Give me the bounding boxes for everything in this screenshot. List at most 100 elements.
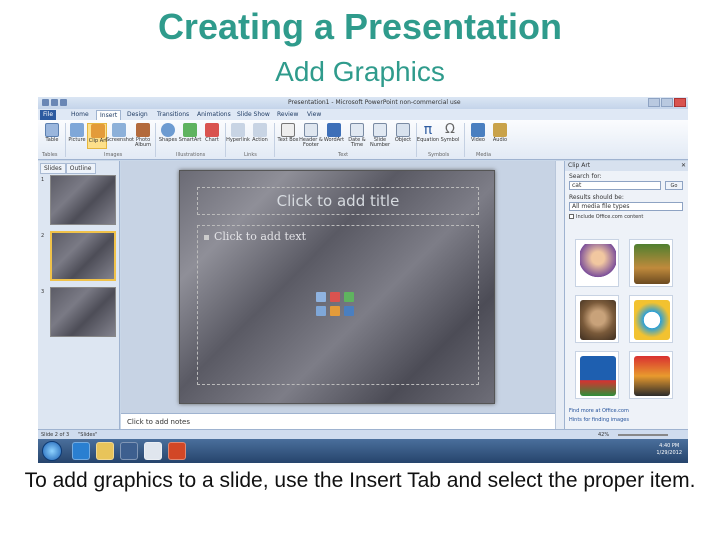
clip-result-cat-photo[interactable] [575,295,619,343]
clip-result-animal[interactable] [629,239,673,287]
media-type-select[interactable]: All media file types [569,202,683,211]
quick-access-toolbar[interactable] [42,99,86,107]
text-box-button[interactable]: Text Box [278,123,299,149]
tab-review[interactable]: Review [274,110,301,120]
tab-home[interactable]: Home [68,110,92,120]
pi-icon: π [423,122,433,138]
checkbox-icon [569,214,574,219]
cat-photo-icon [580,300,616,340]
content-bullet: Click to add text [204,230,306,243]
table-icon [45,123,59,137]
undo-icon[interactable] [60,99,67,106]
tab-slide-show[interactable]: Slide Show [234,110,273,120]
clip-art-links: Find more at Office.com Hints for findin… [569,407,629,425]
group-images: Images [104,152,123,158]
media-player-icon[interactable] [120,442,138,460]
video-button[interactable]: Video [468,123,488,149]
photo-album-icon [136,123,150,137]
maximize-button[interactable] [661,98,673,107]
minimize-button[interactable] [648,98,660,107]
vertical-scrollbar[interactable] [555,161,564,429]
tab-outline[interactable]: Outline [65,163,96,174]
screenshot-label: Screenshot [106,137,134,143]
start-button[interactable] [42,441,62,461]
header-footer-button[interactable]: Header & Footer [299,123,323,149]
slide-thumbnail[interactable] [50,175,116,225]
explorer-icon[interactable] [96,442,114,460]
clip-art-pane: Clip Art ✕ Search for: cat Go Results sho… [564,161,688,429]
status-bar: Slide 2 of 3 "Slides" 42% [38,429,688,439]
content-insert-icons [312,288,362,322]
close-button[interactable] [674,98,686,107]
app-icon[interactable] [144,442,162,460]
tab-design[interactable]: Design [124,110,151,120]
screenshot-button[interactable]: Screenshot [106,123,134,149]
photo-album-button[interactable]: Photo Album [133,123,153,149]
clip-result-cat-cartoon[interactable] [629,351,673,399]
ribbon: Table Picture Clip Art Screenshot Photo … [38,120,688,160]
insert-table-icon[interactable] [316,292,326,302]
picture-button[interactable]: Picture [67,123,87,149]
save-icon[interactable] [51,99,58,106]
insert-clip-art-icon[interactable] [330,306,340,316]
shapes-icon [161,123,175,137]
symbol-button[interactable]: Ω Symbol [440,123,460,149]
insert-picture-icon[interactable] [316,306,326,316]
tab-file[interactable]: File [40,110,57,120]
slide-number: 3 [41,289,45,295]
slide-canvas[interactable]: Click to add title Click to add text [179,170,495,404]
picture-icon [70,123,84,137]
slide-caption: To add graphics to a slide, use the Inse… [24,469,696,492]
tab-view[interactable]: View [304,110,324,120]
insert-smartart-icon[interactable] [344,292,354,302]
tab-slides[interactable]: Slides [40,163,66,174]
app-icon [42,99,49,106]
table-button[interactable]: Table [42,123,62,149]
content-placeholder[interactable]: Click to add text [197,225,479,385]
wordart-button[interactable]: WordArt [324,123,344,149]
insert-chart-icon[interactable] [330,292,340,302]
results-label: Results should be: [569,194,624,201]
insert-media-icon[interactable] [344,306,354,316]
audio-button[interactable]: Audio [490,123,510,149]
notes-pane[interactable]: Click to add notes [121,413,555,429]
tab-insert[interactable]: Insert [96,110,122,120]
header-footer-icon [304,123,318,137]
windows-taskbar: 4:40 PM 1/29/2012 [38,439,688,463]
shapes-button[interactable]: Shapes [158,123,178,149]
close-icon[interactable]: ✕ [681,162,686,169]
go-button[interactable]: Go [665,181,683,190]
date-time-button[interactable]: Date & Time [347,123,367,149]
person-clipart-icon [580,244,616,284]
clip-result-cartoon-cat[interactable] [629,295,673,343]
clip-result-cat-flower[interactable] [575,351,619,399]
ie-icon[interactable] [72,442,90,460]
tab-transitions[interactable]: Transitions [154,110,192,120]
clip-art-button[interactable]: Clip Art [87,123,107,149]
title-placeholder[interactable]: Click to add title [197,187,479,215]
hyperlink-button[interactable]: Hyperlink [226,123,250,149]
search-input[interactable]: cat [569,181,661,190]
slide-number-button[interactable]: Slide Number [370,123,390,149]
office-link[interactable]: Find more at Office.com [569,407,629,416]
zoom-slider[interactable] [618,434,668,436]
chart-button[interactable]: Chart [202,123,222,149]
hints-link[interactable]: Hints for finding images [569,416,629,425]
slide-thumbnail-selected[interactable] [50,231,116,281]
action-button[interactable]: Action [250,123,270,149]
equation-button[interactable]: π Equation [417,122,439,149]
group-links: Links [244,152,257,158]
clock-time: 4:40 PM [659,443,680,449]
content-text: Click to add text [214,230,307,243]
include-office-checkbox[interactable]: Include Office.com content [569,214,643,220]
smartart-button[interactable]: SmartArt [179,123,201,149]
group-symbols: Symbols [428,152,450,158]
object-button[interactable]: Object [393,123,413,149]
slide-thumbnail[interactable] [50,287,116,337]
tab-animations[interactable]: Animations [194,110,234,120]
clip-result-person[interactable] [575,239,619,287]
table-label: Table [45,137,59,143]
powerpoint-icon[interactable] [168,442,186,460]
zoom-level: 42% [598,432,610,438]
photo-album-label: Photo Album [134,137,152,148]
